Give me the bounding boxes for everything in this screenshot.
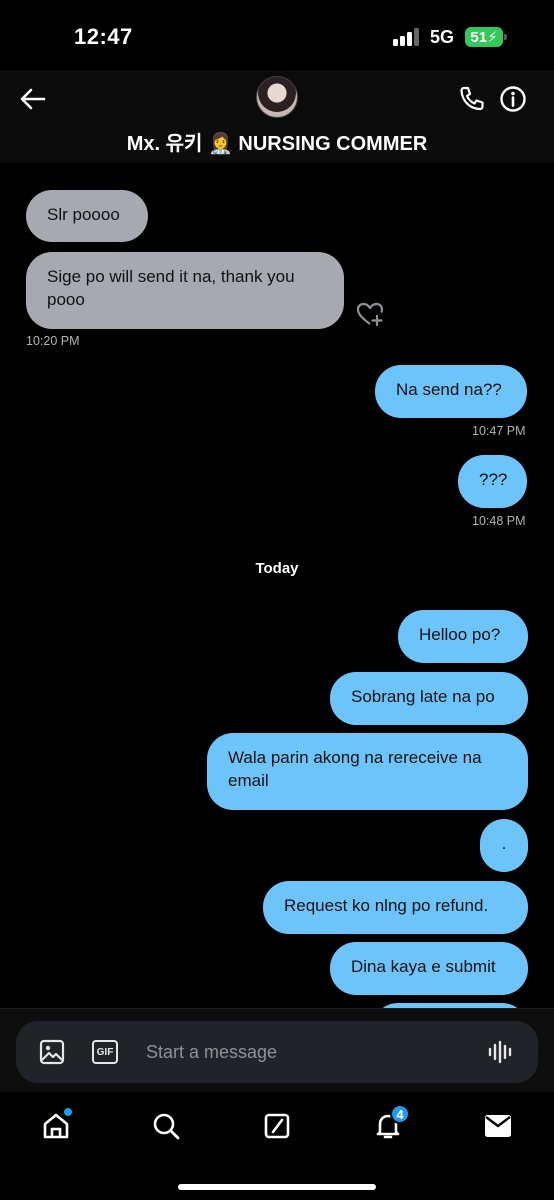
message-bubble-outgoing[interactable]: Na send na?? <box>375 365 527 418</box>
battery-icon: 51 ⚡ <box>465 27 507 47</box>
message-list[interactable]: Slr poooo Sige po will send it na, thank… <box>0 163 554 1008</box>
gif-icon: GIF <box>92 1040 118 1064</box>
nav-notifications[interactable]: 4 <box>366 1104 410 1148</box>
gif-button[interactable]: GIF <box>90 1037 120 1067</box>
message-composer: GIF <box>16 1021 538 1083</box>
battery-level: 51 <box>470 28 488 46</box>
call-button[interactable] <box>455 82 489 116</box>
message-bubble-incoming[interactable]: Slr poooo <box>26 190 148 242</box>
gif-label: GIF <box>96 1046 114 1058</box>
image-button[interactable] <box>37 1037 67 1067</box>
message-timestamp: 10:48 PM <box>472 514 526 528</box>
nav-home[interactable] <box>34 1104 78 1148</box>
network-label: 5G <box>430 27 455 47</box>
image-icon <box>39 1039 65 1065</box>
back-button[interactable] <box>16 82 50 116</box>
signal-icon <box>393 28 423 46</box>
search-icon <box>153 1113 180 1140</box>
day-separator: Today <box>255 560 299 577</box>
message-timestamp: 10:20 PM <box>26 334 80 348</box>
message-bubble-outgoing[interactable]: Sobrang late na po <box>330 672 528 725</box>
home-notification-dot <box>64 1108 72 1116</box>
message-bubble-incoming[interactable]: Sige po will send it na, thank you pooo <box>26 252 344 329</box>
message-bubble-outgoing[interactable]: Request ko nlng po refund. <box>263 881 528 934</box>
phone-icon <box>460 86 484 111</box>
message-timestamp: 10:47 PM <box>472 424 526 438</box>
bottom-nav: 4 <box>0 1092 554 1200</box>
heart-plus-icon[interactable] <box>356 301 384 327</box>
mail-icon <box>485 1115 511 1137</box>
nav-search[interactable] <box>144 1104 188 1148</box>
status-bar: 12:47 5G 51 ⚡ <box>0 0 554 70</box>
voice-icon <box>488 1040 512 1064</box>
back-arrow-icon <box>20 88 46 110</box>
message-bubble-outgoing[interactable]: Dina kaya e submit <box>330 942 528 995</box>
compose-icon <box>264 1113 290 1139</box>
info-icon <box>500 86 526 112</box>
message-bubble-outgoing[interactable]: ??? <box>458 455 527 508</box>
message-bubble-outgoing[interactable]: Helloo po? <box>398 610 528 663</box>
info-button[interactable] <box>496 82 530 116</box>
home-indicator <box>178 1184 376 1190</box>
contact-name[interactable]: Mx. 유키 👩‍⚕️ NURSING COMMER <box>0 127 554 156</box>
notifications-badge: 4 <box>390 1104 410 1124</box>
message-bubble-outgoing[interactable]: . <box>480 819 528 872</box>
voice-message-button[interactable] <box>486 1037 516 1067</box>
composer-area: GIF <box>0 1008 554 1092</box>
message-bubble-outgoing[interactable]: Wala parin akong na rereceive na email <box>207 733 528 810</box>
chat-header: Mx. 유키 👩‍⚕️ NURSING COMMER <box>0 70 554 163</box>
status-time: 12:47 <box>74 24 133 49</box>
message-input[interactable] <box>146 1035 476 1069</box>
nav-compose[interactable] <box>255 1104 299 1148</box>
nav-messages[interactable] <box>476 1104 520 1148</box>
avatar[interactable] <box>256 76 298 118</box>
